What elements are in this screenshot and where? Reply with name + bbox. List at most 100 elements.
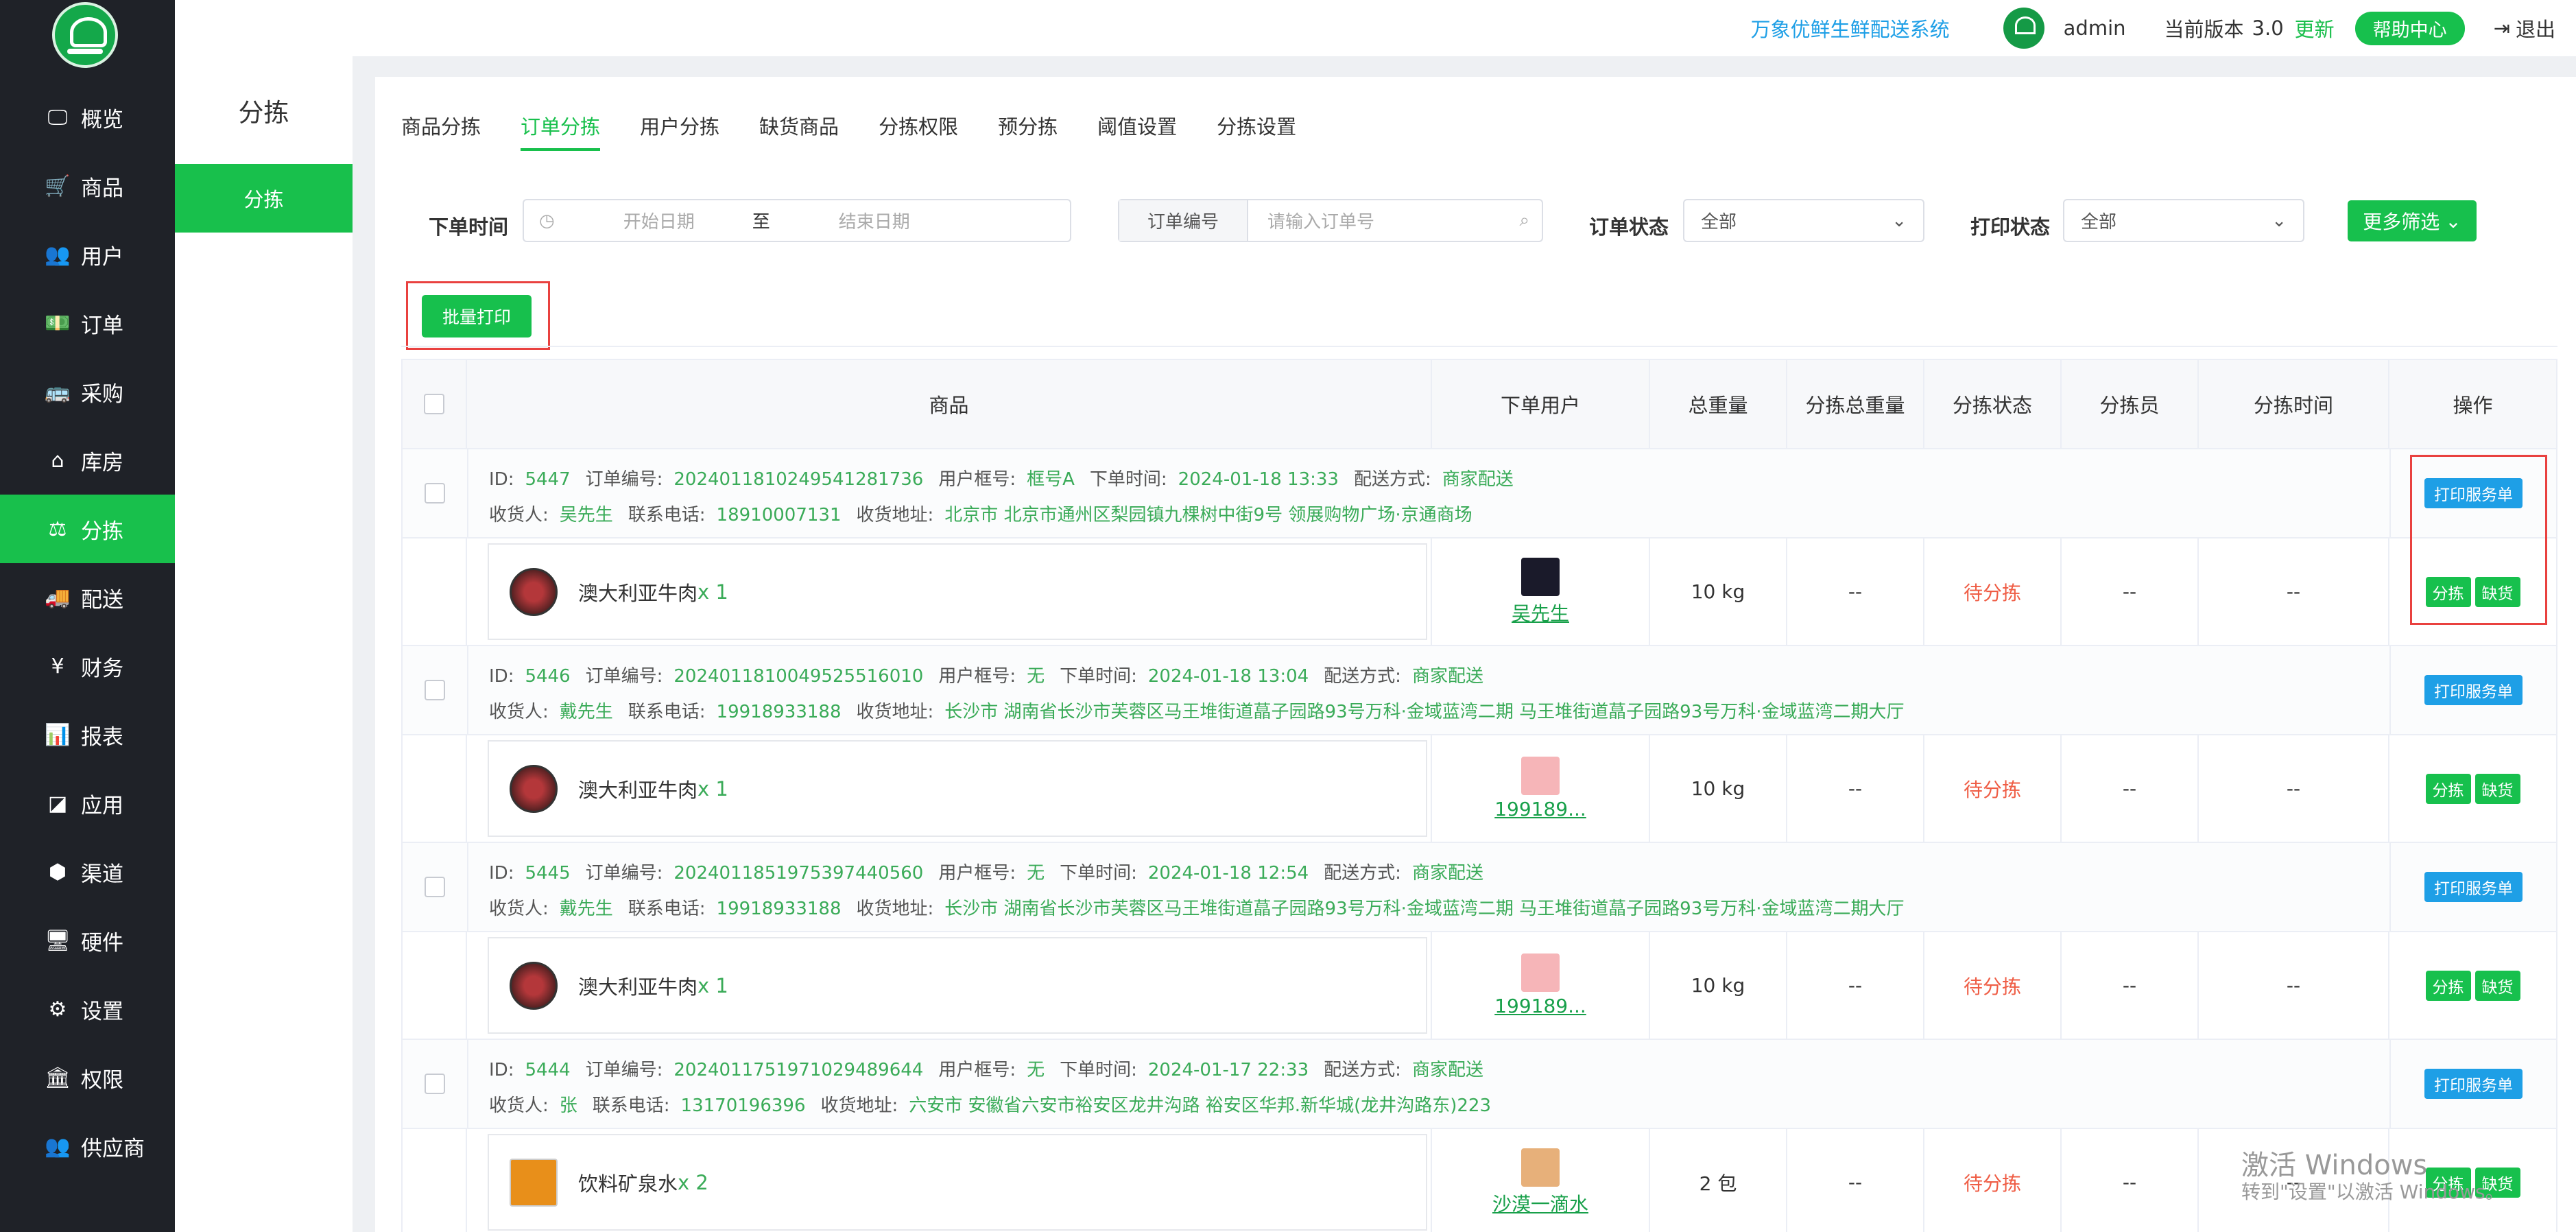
sidebar-item-12[interactable]: 🖥 硬件 [0,906,175,975]
field-value: 5444 [525,1060,571,1080]
sidebar-item-4[interactable]: 🚌 采购 [0,357,175,426]
user-name-link[interactable]: 吴先生 [1512,599,1569,626]
status-badge: 待分拣 [1924,538,2062,645]
bus-icon: 🚌 [45,379,71,404]
sidebar-item-10[interactable]: ◪ 应用 [0,769,175,838]
sidebar-item-6[interactable]: ⚖ 分拣 [0,495,175,563]
sidebar-item-5[interactable]: ⌂ 库房 [0,426,175,495]
order-info-line2: 收货人: 张联系电话: 13170196396 收货地址: 六安市 安徽省六安市裕安区龙… [489,1088,2389,1124]
search-icon[interactable]: ⌕ [1519,210,1529,231]
order-no-input[interactable]: 请输入订单号 [1267,208,1519,233]
tab-3[interactable]: 缺货商品 [759,111,839,151]
tab-2[interactable]: 用户分拣 [640,111,719,151]
order-actions-cell: 打印服务单 [2389,646,2556,734]
user-avatar[interactable] [2003,8,2044,49]
end-date-input[interactable]: 结束日期 [839,208,910,233]
row-actions-cell: 分拣 缺货 [2389,932,2556,1039]
start-date-input[interactable]: 开始日期 [623,208,695,233]
sidebar-item-8[interactable]: ¥ 财务 [0,632,175,700]
users-icon: 👥 [45,242,71,267]
field-value: 商家配送 [1411,1060,1483,1080]
sidebar-item-15[interactable]: 👥 供应商 [0,1112,175,1181]
update-link[interactable]: 更新 [2295,14,2335,43]
more-filters-button[interactable]: 更多筛选 ⌄ [2348,200,2477,241]
table-row: 澳大利亚牛肉 x 1 199189... 10 kg -- 待分拣 -- -- 分拣 缺货 [403,932,2556,1040]
order-info-line1: ID: 5446 订单编号: 2024011810049525516010 用户框号: 无… [489,659,2389,694]
field-label: 下单时间: [1060,1060,1137,1080]
field-label: ID: [489,1060,514,1080]
order-status-select[interactable]: 全部 ⌄ [1683,199,1924,242]
order-status-value: 全部 [1701,212,1737,233]
product-image [510,567,558,616]
tab-6[interactable]: 阈值设置 [1097,111,1177,151]
print-service-order-button[interactable]: 打印服务单 [2424,872,2523,902]
field-label: ID: [489,863,514,884]
out-of-stock-button[interactable]: 缺货 [2474,970,2520,1001]
sorter-cell: -- [2062,538,2199,645]
sidebar-item-label: 应用 [81,793,123,818]
print-status-select[interactable]: 全部 ⌄ [2063,199,2304,242]
date-range-picker[interactable]: ◷ 开始日期 至 结束日期 [523,199,1071,242]
out-of-stock-button[interactable]: 缺货 [2474,773,2520,804]
row-checkbox[interactable] [425,483,445,504]
user-avatar-image [1521,757,1560,795]
user-name-link[interactable]: 199189... [1494,995,1586,1017]
sort-button[interactable]: 分拣 [2425,773,2471,804]
sidebar-item-label: 用户 [81,244,123,270]
field-label: 用户框号: [938,469,1016,490]
truck-icon: 🚚 [45,585,71,610]
order-info-line1: ID: 5445 订单编号: 2024011851975397440560 用户框号: 无… [489,855,2389,891]
field-label: 收货人: [489,1095,549,1116]
chevron-down-icon: ⌄ [1892,210,1907,231]
username[interactable]: admin [2064,16,2126,40]
row-spacer [403,932,467,1039]
tab-4[interactable]: 分拣权限 [879,111,958,151]
table-row: 澳大利亚牛肉 x 1 吴先生 10 kg -- 待分拣 -- -- 分拣 缺货 [403,538,2556,646]
actions-highlight [2410,455,2547,625]
field-label: 订单编号: [585,1060,663,1080]
sidebar-item-9[interactable]: 📊 报表 [0,700,175,769]
sort-button[interactable]: 分拣 [2425,970,2471,1001]
help-center-button[interactable]: 帮助中心 [2354,11,2465,45]
row-checkbox[interactable] [425,877,445,897]
logout-button[interactable]: ⇥ 退出 [2494,14,2555,43]
sidebar-item-7[interactable]: 🚚 配送 [0,563,175,632]
sidebar-item-2[interactable]: 👥 用户 [0,220,175,289]
print-service-order-button[interactable]: 打印服务单 [2424,675,2523,705]
brand-logo[interactable] [52,2,118,68]
system-name: 万象优鲜生鲜配送系统 [1750,18,1950,41]
sidebar-item-1[interactable]: 🛒 商品 [0,152,175,220]
user-name-link[interactable]: 沙漠一滴水 [1492,1189,1588,1217]
weight-cell: 2 包 [1650,1129,1787,1232]
sidebar: 🖵 概览 🛒 商品 👥 用户 💵 订单 🚌 采购 ⌂ 库房 ⚖ 分拣 🚚 配送 ¥ 财务 📊 报表 ◪ 应用 ⬢ 渠道 🖥 硬件 ⚙… [0,0,175,1232]
sidebar-item-0[interactable]: 🖵 概览 [0,83,175,152]
field-value: 无 [1027,666,1045,687]
users-icon: 👥 [45,1134,71,1159]
row-select-cell [403,646,467,734]
tab-7[interactable]: 分拣设置 [1217,111,1296,151]
batch-print-button[interactable]: 批量打印 [422,295,532,337]
sub-nav-title: 分拣 [238,97,289,128]
tab-5[interactable]: 预分拣 [998,111,1058,151]
sidebar-item-14[interactable]: 🏛 权限 [0,1043,175,1112]
col-weight: 总重量 [1650,360,1787,448]
tab-1[interactable]: 订单分拣 [521,111,601,151]
field-value: 2024-01-17 22:33 [1147,1060,1309,1080]
user-avatar-image [1521,1148,1560,1187]
field-label: 联系电话: [592,1095,670,1116]
select-all-checkbox[interactable] [424,394,444,414]
order-header-row: ID: 5444 订单编号: 2024011751971029489644 用户框号: 无… [403,1040,2556,1129]
field-label: 配送方式: [1353,469,1431,490]
row-checkbox[interactable] [425,680,445,700]
sidebar-item-11[interactable]: ⬢ 渠道 [0,838,175,906]
print-service-order-button[interactable]: 打印服务单 [2424,1069,2523,1099]
row-checkbox[interactable] [425,1074,445,1094]
sub-nav-item-sorting[interactable]: 分拣 [175,164,353,233]
table-body: ID: 5447 订单编号: 2024011810249541281736 用户框号: 框… [403,449,2556,1232]
field-value: 北京市 北京市通州区梨园镇九棵树中街9号 领展购物广场·京通商场 [944,505,1472,525]
field-value: 无 [1027,863,1045,884]
sidebar-item-13[interactable]: ⚙ 设置 [0,975,175,1043]
user-name-link[interactable]: 199189... [1494,798,1586,820]
sidebar-item-3[interactable]: 💵 订单 [0,289,175,357]
tab-0[interactable]: 商品分拣 [401,111,481,151]
